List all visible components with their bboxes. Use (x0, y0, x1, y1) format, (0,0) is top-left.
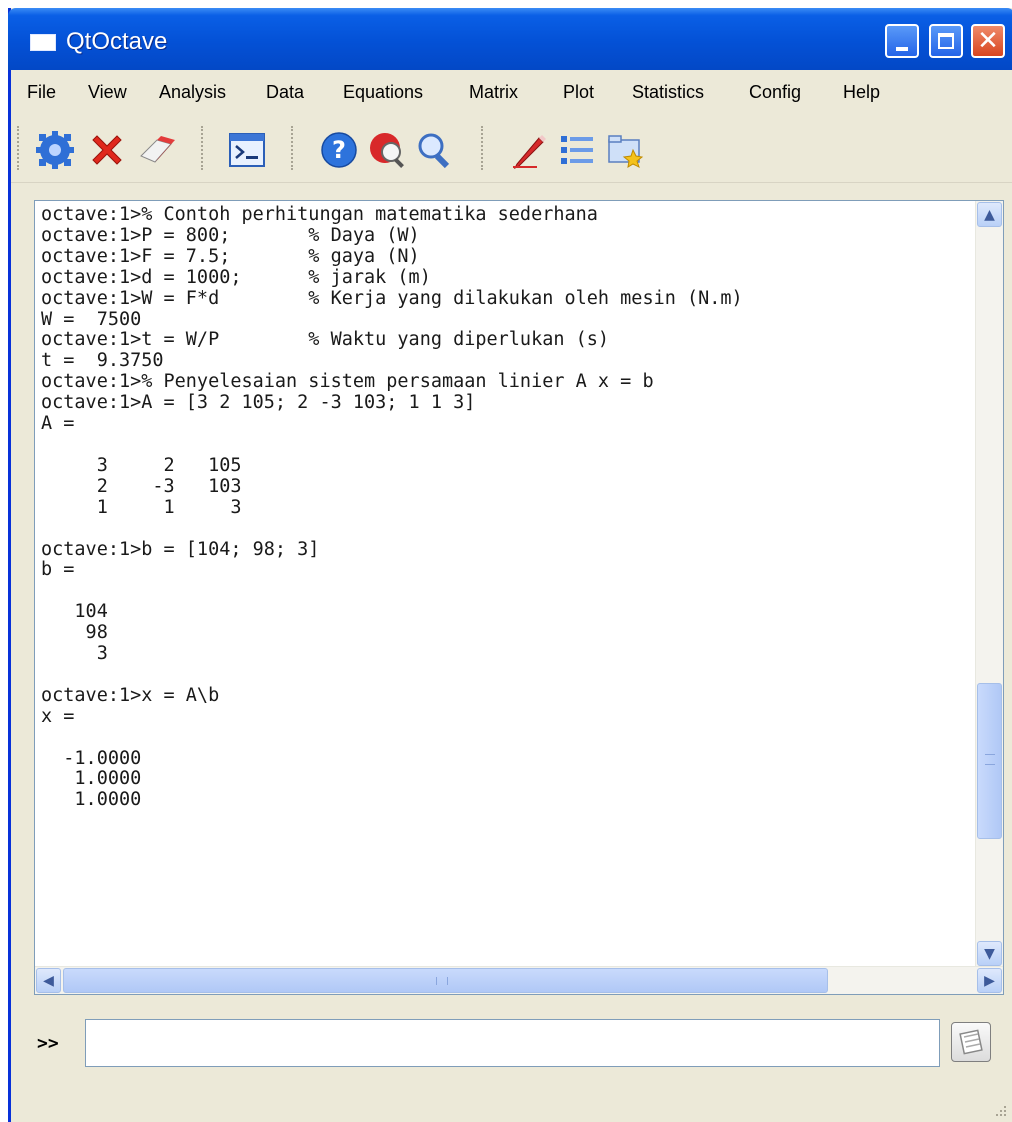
app-icon (30, 34, 56, 51)
resize-grip-icon[interactable] (994, 1104, 1008, 1118)
delete-icon[interactable] (87, 130, 127, 170)
console-line: octave:1>A = [3 2 105; 2 -3 103; 1 1 3] (41, 392, 476, 414)
menu-statistics[interactable]: Statistics (632, 82, 704, 103)
maximize-button[interactable] (929, 24, 963, 58)
toolbar-grip[interactable] (17, 126, 21, 170)
thumb-grip (436, 977, 448, 985)
console-line: A = (41, 413, 75, 435)
toolbar-separator (481, 126, 485, 170)
console-line: 3 (41, 643, 108, 665)
console-line: 1 1 3 (41, 496, 242, 518)
console-line: t = 9.3750 (41, 350, 164, 372)
menu-equations[interactable]: Equations (343, 82, 423, 103)
open-folder-icon[interactable] (605, 130, 645, 170)
svg-text:?: ? (332, 136, 346, 164)
title-bar[interactable]: QtOctave ✕ (8, 8, 1012, 70)
console-line: x = (41, 705, 75, 727)
horizontal-scrollbar[interactable]: ◀ ▶ (35, 966, 1003, 994)
scroll-left-arrow-icon[interactable]: ◀ (36, 968, 61, 993)
console-line: octave:1>% Contoh perhitungan matematika… (41, 204, 598, 225)
menu-plot[interactable]: Plot (563, 82, 594, 103)
console-line: -1.0000 (41, 747, 142, 769)
console-line: 1.0000 (41, 768, 142, 790)
window-title: QtOctave (66, 28, 168, 55)
console-line: octave:1>% Penyelesaian sistem persamaan… (41, 371, 654, 393)
menu-matrix[interactable]: Matrix (469, 82, 518, 103)
vertical-scrollbar[interactable]: ▲ ▼ (975, 201, 1003, 967)
scroll-right-arrow-icon[interactable]: ▶ (977, 968, 1002, 993)
gear-icon[interactable] (35, 130, 75, 170)
console-line: octave:1>b = [104; 98; 3] (41, 538, 320, 560)
search-help-icon[interactable] (367, 130, 407, 170)
qtoctave-window: QtOctave ✕ File View Analysis Data Equat… (8, 8, 1012, 1122)
vertical-scroll-thumb[interactable] (977, 683, 1002, 839)
toolbar-separator (201, 126, 205, 170)
maximize-icon (938, 33, 954, 49)
menu-data[interactable]: Data (266, 82, 304, 103)
console-line: 2 -3 103 (41, 475, 242, 497)
horizontal-scroll-thumb[interactable] (63, 968, 828, 993)
zoom-icon[interactable] (415, 130, 455, 170)
help-icon[interactable]: ? (319, 130, 359, 170)
menu-file[interactable]: File (27, 82, 56, 103)
scroll-up-arrow-icon[interactable]: ▲ (977, 202, 1002, 227)
console-line: octave:1>P = 800; % Daya (W) (41, 224, 420, 246)
scroll-down-arrow-icon[interactable]: ▼ (977, 941, 1002, 966)
command-prompt: >> (37, 1033, 59, 1054)
console-line: W = 7500 (41, 308, 142, 330)
command-input[interactable] (85, 1019, 940, 1067)
list-icon[interactable] (557, 130, 597, 170)
console-line: octave:1>d = 1000; % jarak (m) (41, 266, 431, 288)
terminal-window-icon[interactable] (227, 130, 267, 170)
console-line: 1.0000 (41, 789, 142, 811)
clear-icon (959, 1029, 983, 1055)
minimize-icon (896, 47, 908, 51)
eraser-icon[interactable] (137, 130, 177, 170)
close-icon: ✕ (977, 26, 999, 56)
run-command-button[interactable] (951, 1022, 991, 1062)
minimize-button[interactable] (885, 24, 919, 58)
console-line: 104 (41, 601, 108, 623)
console-line: octave:1>W = F*d % Kerja yang dilakukan … (41, 287, 743, 309)
menu-config[interactable]: Config (749, 82, 801, 103)
console-line: octave:1>F = 7.5; % gaya (N) (41, 245, 420, 267)
toolbar-separator (291, 126, 295, 170)
menu-help[interactable]: Help (843, 82, 880, 103)
thumb-grip (985, 754, 995, 765)
menu-bar: File View Analysis Data Equations Matrix… (11, 70, 1012, 110)
console-line: b = (41, 559, 75, 581)
toolbar: ? (11, 112, 1012, 183)
console-line: 98 (41, 622, 108, 644)
console-line: 3 2 105 (41, 454, 242, 476)
menu-analysis[interactable]: Analysis (159, 82, 226, 103)
console-line: octave:1>x = A\b (41, 684, 220, 706)
menu-view[interactable]: View (88, 82, 127, 103)
console-output[interactable]: octave:1>% Contoh perhitungan matematika… (34, 200, 1004, 995)
console-line: octave:1>t = W/P % Waktu yang diperlukan… (41, 329, 610, 351)
console-text: octave:1>% Contoh perhitungan matematika… (41, 204, 743, 811)
edit-pencil-icon[interactable] (509, 130, 549, 170)
close-button[interactable]: ✕ (971, 24, 1005, 58)
